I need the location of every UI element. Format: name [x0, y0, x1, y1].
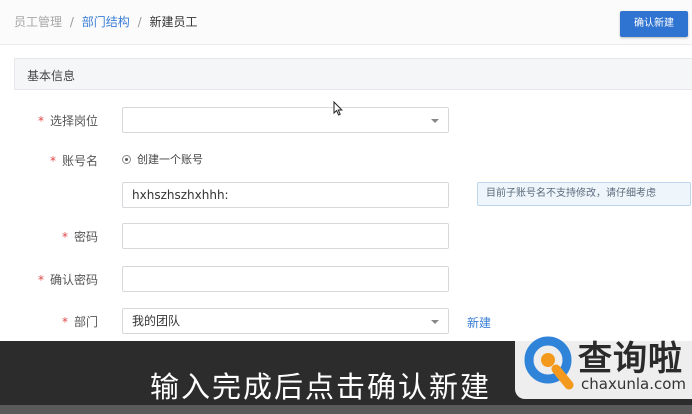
confirm-password-label: * 确认密码 [8, 271, 98, 288]
confirm-password-input[interactable] [122, 266, 449, 292]
bottom-strip [0, 405, 692, 414]
breadcrumb-separator: / [137, 15, 142, 29]
breadcrumb: 员工管理 / 部门结构 / 新建员工 [14, 14, 197, 30]
position-select[interactable] [122, 107, 449, 133]
required-mark: * [37, 273, 44, 287]
watermark-title: 查询啦 [578, 339, 683, 379]
account-name-input[interactable] [122, 182, 449, 208]
department-label: * 部门 [8, 313, 98, 330]
section-title: 基本信息 [27, 69, 76, 83]
password-label: * 密码 [8, 228, 98, 245]
password-field[interactable] [132, 224, 439, 248]
confirm-password-label-text: 确认密码 [49, 273, 98, 287]
password-input[interactable] [122, 223, 449, 249]
top-bar: 员工管理 / 部门结构 / 新建员工 确认新建 [0, 0, 692, 45]
position-label-text: 选择岗位 [49, 114, 98, 128]
password-label-text: 密码 [73, 230, 98, 244]
chevron-down-icon [431, 320, 439, 324]
breadcrumb-item-department-structure[interactable]: 部门结构 [82, 15, 130, 29]
video-caption-text: 输入完成后点击确认新建 [150, 370, 492, 404]
breadcrumb-separator: / [69, 15, 74, 29]
watermark-subtitle: chaxunla.com [581, 375, 686, 393]
account-tip-tooltip: 目前子账号名不支持修改，请仔细考虑 [477, 182, 691, 206]
department-label-text: 部门 [73, 315, 98, 329]
account-label: * 账号名 [8, 152, 98, 169]
confirm-password-field[interactable] [132, 267, 439, 291]
breadcrumb-item-employee-management[interactable]: 员工管理 [14, 15, 62, 29]
position-label: * 选择岗位 [8, 112, 98, 129]
watermark: 查询啦 chaxunla.com [515, 327, 692, 399]
required-mark: * [61, 230, 68, 244]
radio-selected-icon[interactable] [122, 154, 131, 164]
search-q-logo-icon [523, 335, 575, 395]
create-account-radio-label: 创建一个账号 [137, 153, 203, 166]
new-department-link[interactable]: 新建 [467, 314, 491, 331]
section-header-basic-info: 基本信息 [14, 58, 692, 90]
confirm-create-button[interactable]: 确认新建 [620, 11, 688, 37]
mouse-pointer-icon [333, 100, 343, 120]
required-mark: * [49, 154, 56, 168]
chevron-down-icon [431, 119, 439, 123]
department-select-value: 我的团队 [132, 314, 181, 328]
required-mark: * [61, 315, 68, 329]
create-account-radio[interactable]: 创建一个账号 [122, 151, 203, 167]
account-name-field[interactable] [132, 183, 439, 207]
account-label-text: 账号名 [61, 154, 98, 168]
breadcrumb-item-new-employee: 新建员工 [149, 15, 198, 29]
department-select[interactable]: 我的团队 [122, 308, 449, 334]
required-mark: * [37, 114, 44, 128]
